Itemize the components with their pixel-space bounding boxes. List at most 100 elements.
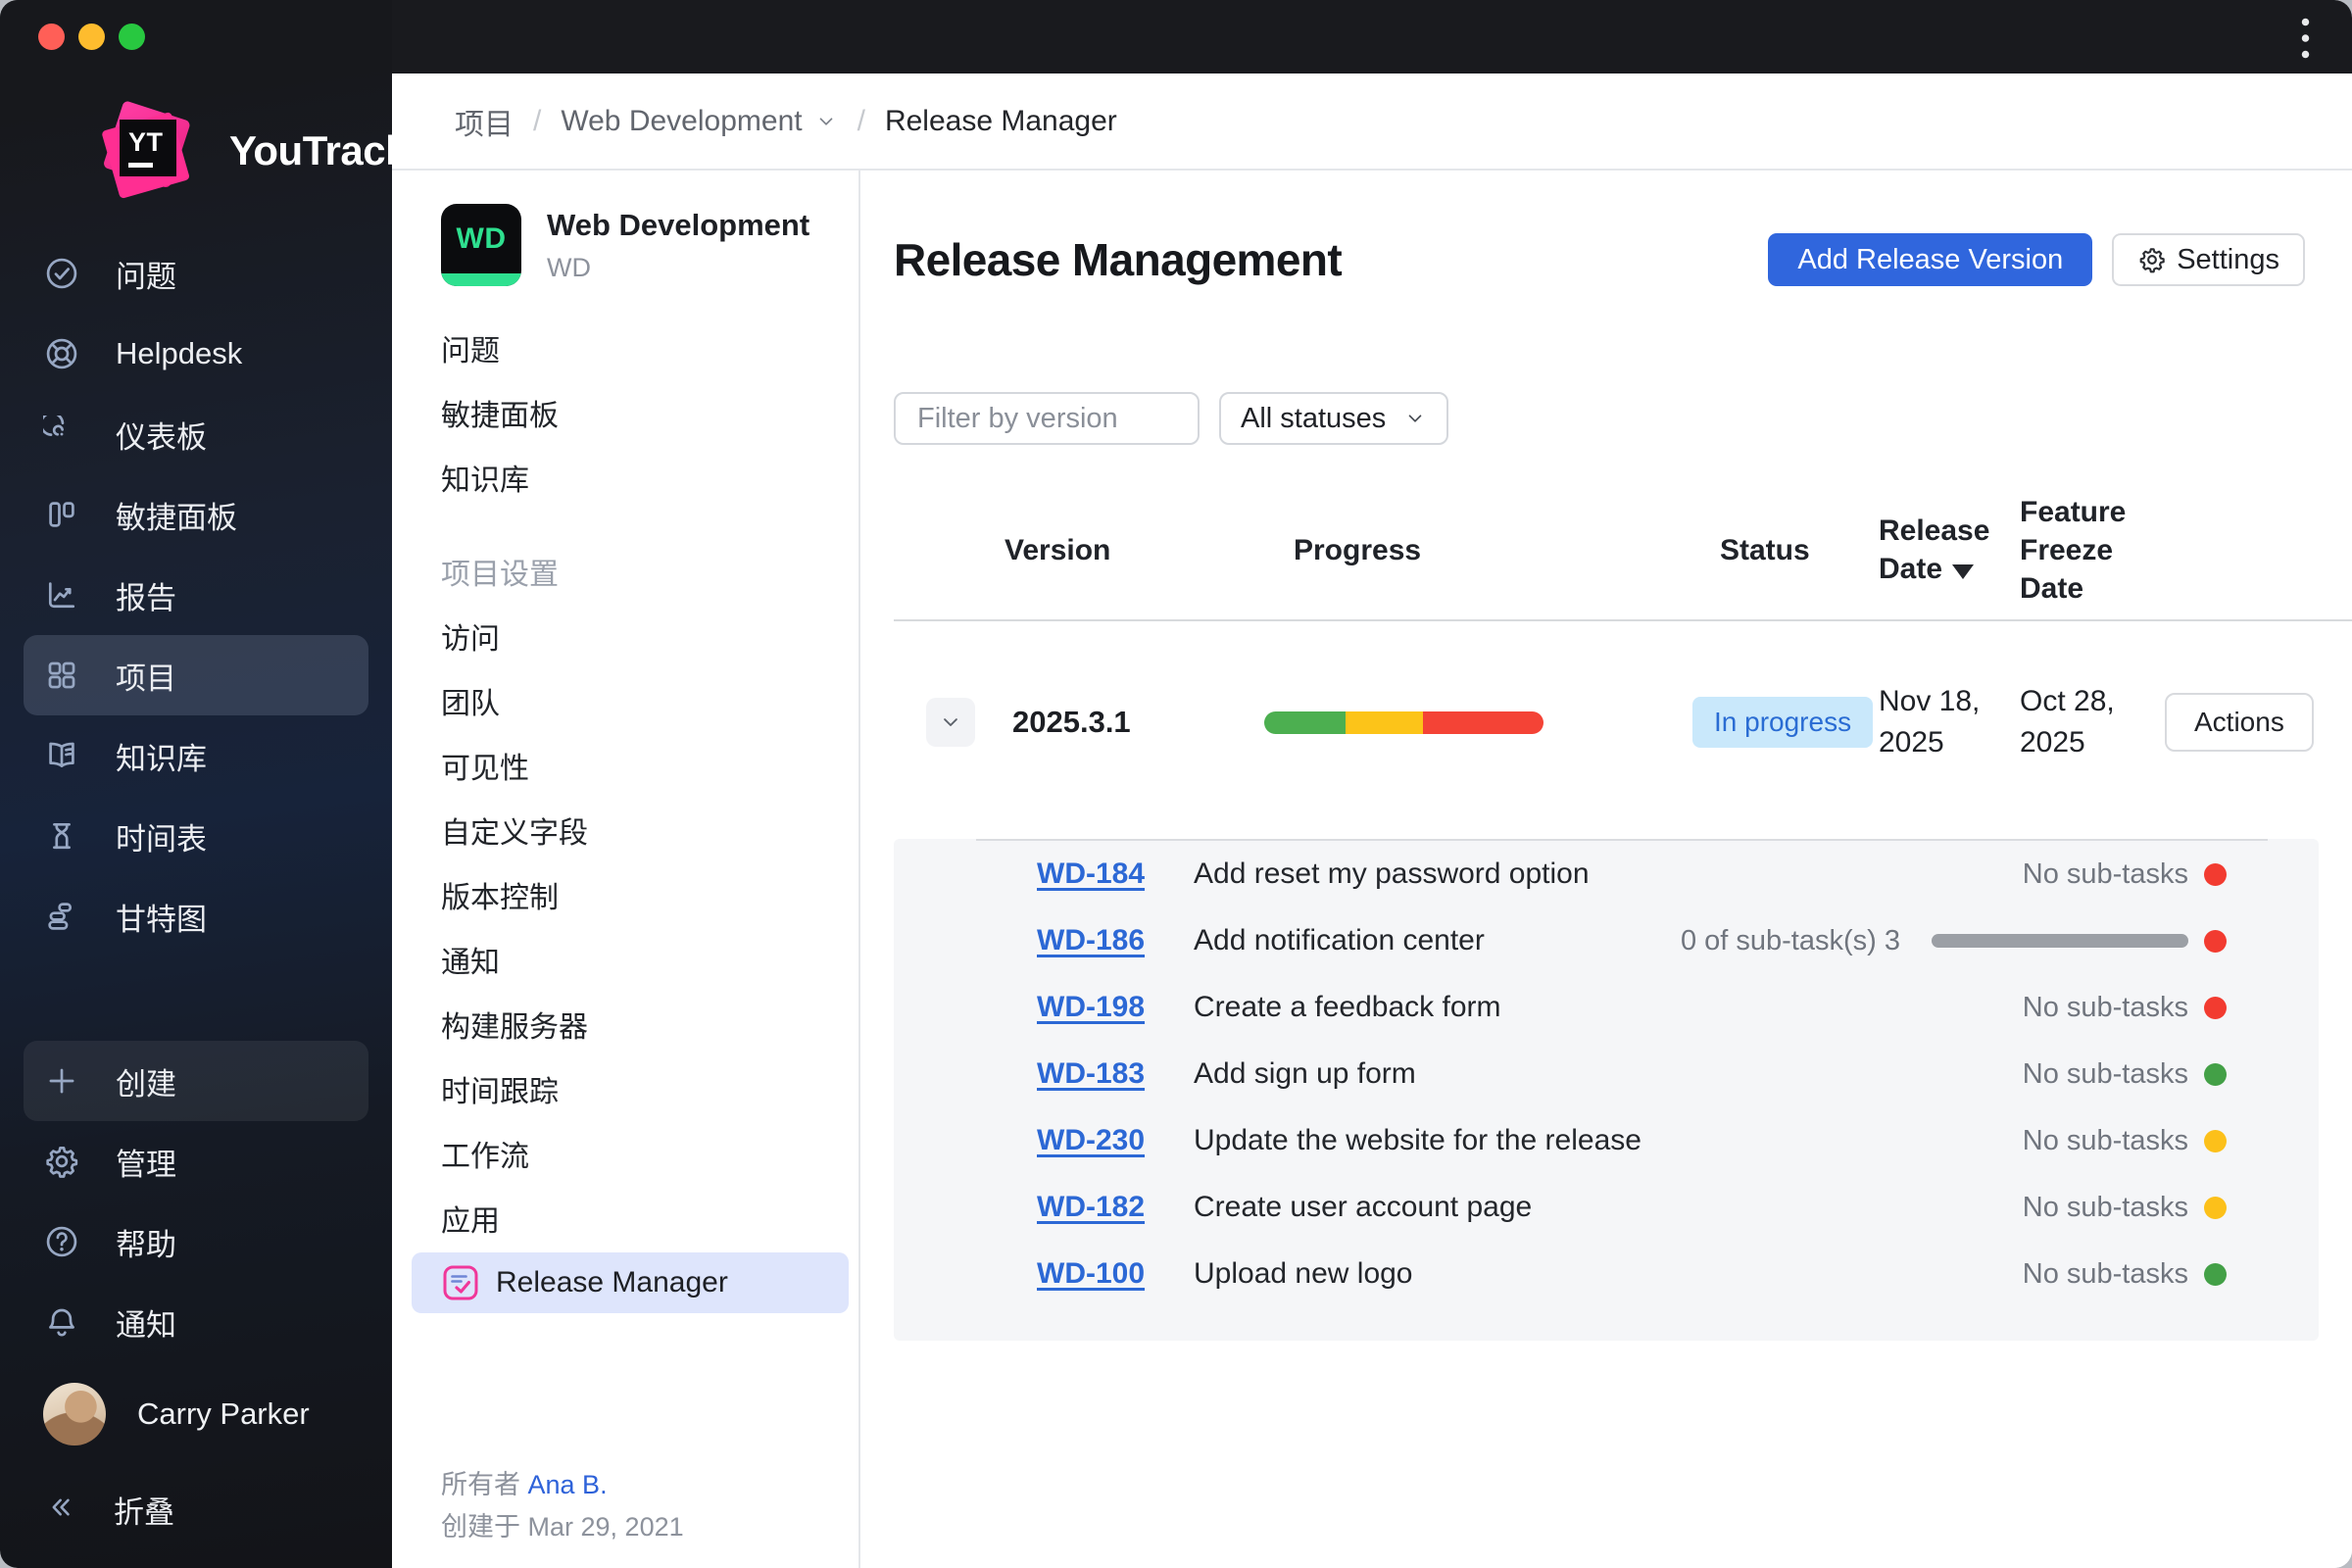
- project-avatar[interactable]: WD: [441, 204, 521, 286]
- chevron-down-icon: [1408, 415, 1422, 422]
- project-item-notifications[interactable]: 通知: [392, 927, 858, 992]
- subtask-row: WD-230 Update the website for the releas…: [894, 1107, 2319, 1174]
- progress-segment-open: [1423, 710, 1544, 734]
- sidebar-item-reports[interactable]: 报告: [24, 555, 368, 635]
- sidebar-item-knowledge-base[interactable]: 知识库: [24, 715, 368, 796]
- agile-board-icon: [43, 496, 80, 533]
- settings-button[interactable]: Settings: [2112, 233, 2305, 286]
- subtask-row: WD-100 Upload new logo No sub-tasks: [894, 1241, 2319, 1307]
- status-badge: In progress: [1692, 697, 1874, 748]
- close-button[interactable]: [38, 24, 65, 50]
- gantt-bars-icon: [43, 898, 80, 935]
- sidebar-collapse[interactable]: 折叠: [24, 1468, 368, 1550]
- release-date: Nov 18, 2025: [1879, 685, 1981, 759]
- chevron-down-icon: [944, 718, 957, 726]
- column-header-version[interactable]: Version: [1004, 531, 1264, 569]
- app-name: YouTrack: [229, 127, 408, 173]
- subtask-row: WD-184 Add reset my password option No s…: [894, 841, 2319, 907]
- bell-icon: [43, 1303, 80, 1341]
- sidebar-item-timesheets[interactable]: 时间表: [24, 796, 368, 876]
- gear-icon: [2139, 248, 2165, 273]
- column-header-status[interactable]: Status: [1692, 531, 1879, 569]
- project-item-version-control[interactable]: 版本控制: [392, 862, 858, 927]
- issue-summary: Add sign up form: [1194, 1057, 1416, 1090]
- issue-status-dot: [2204, 929, 2227, 953]
- project-key: WD: [547, 252, 591, 282]
- owner-line: 所有者 Ana B.: [441, 1469, 608, 1499]
- sidebar-item-agile-boards[interactable]: 敏捷面板: [24, 474, 368, 555]
- life-ring-icon: [43, 335, 80, 372]
- issue-summary: Update the website for the release: [1194, 1124, 1642, 1156]
- project-item-team[interactable]: 团队: [392, 668, 858, 733]
- progress-segment-in-progress: [1345, 710, 1424, 734]
- issue-status-dot: [2204, 1262, 2227, 1286]
- dashboard-spiral-icon: [43, 416, 80, 453]
- sidebar-item-issues[interactable]: 问题: [24, 233, 368, 314]
- sidebar-nav: 问题 Helpdesk 仪表板 敏捷面板 报告 项目 知识库 时间表 甘特图: [24, 233, 368, 956]
- sidebar-item-help[interactable]: 帮助: [24, 1201, 368, 1282]
- expand-release-button[interactable]: [926, 698, 975, 747]
- release-manager-icon: [443, 1265, 478, 1300]
- project-item-release-manager[interactable]: Release Manager: [412, 1252, 849, 1313]
- project-item-apps[interactable]: 应用: [392, 1186, 858, 1250]
- status-filter-dropdown[interactable]: All statuses: [1219, 392, 1449, 445]
- issue-summary: Create user account page: [1194, 1191, 1533, 1223]
- project-item-visibility[interactable]: 可见性: [392, 733, 858, 798]
- issue-status-dot: [2204, 1062, 2227, 1086]
- minimize-button[interactable]: [78, 24, 105, 50]
- sidebar-item-projects[interactable]: 项目: [24, 635, 368, 715]
- subtask-count: 0 of sub-task(s) 3: [1680, 924, 1900, 956]
- zoom-button[interactable]: [119, 24, 145, 50]
- issue-link[interactable]: WD-184: [1037, 858, 1145, 890]
- issue-link[interactable]: WD-182: [1037, 1191, 1145, 1223]
- actions-button[interactable]: Actions: [2165, 693, 2314, 752]
- filter-by-version-input[interactable]: [894, 392, 1200, 445]
- breadcrumb-project-dropdown[interactable]: Web Development: [561, 105, 837, 138]
- releases-table-header: Version Progress Status Release Date Fea…: [894, 445, 2352, 621]
- column-header-progress[interactable]: Progress: [1264, 531, 1692, 569]
- main-sidebar: YT YouTrack 问题 Helpdesk 仪表板 敏捷面板 报告 项目 知…: [0, 0, 408, 1568]
- sidebar-item-administration[interactable]: 管理: [24, 1121, 368, 1201]
- project-name: Web Development: [547, 207, 810, 242]
- owner-link[interactable]: Ana B.: [528, 1470, 608, 1499]
- project-item-agile-boards[interactable]: 敏捷面板: [392, 380, 858, 445]
- subtask-row: WD-183 Add sign up form No sub-tasks: [894, 1041, 2319, 1107]
- issue-summary: Add notification center: [1194, 924, 1485, 956]
- breadcrumb-projects[interactable]: 项目: [455, 100, 514, 143]
- project-item-knowledge-base[interactable]: 知识库: [392, 445, 858, 510]
- plus-icon: [43, 1062, 80, 1100]
- sidebar-item-dashboards[interactable]: 仪表板: [24, 394, 368, 474]
- project-item-workflow[interactable]: 工作流: [392, 1121, 858, 1186]
- issue-link[interactable]: WD-186: [1037, 924, 1145, 956]
- sidebar-item-gantt[interactable]: 甘特图: [24, 876, 368, 956]
- issue-link[interactable]: WD-183: [1037, 1057, 1145, 1090]
- release-version: 2025.3.1: [1012, 705, 1131, 739]
- column-header-feature-freeze-date[interactable]: Feature Freeze Date: [2020, 493, 2165, 608]
- project-item-access[interactable]: 访问: [392, 604, 858, 668]
- project-item-build-servers[interactable]: 构建服务器: [392, 992, 858, 1056]
- issue-link[interactable]: WD-230: [1037, 1124, 1145, 1156]
- issue-status-dot: [2204, 996, 2227, 1019]
- subtask-row: WD-198 Create a feedback form No sub-tas…: [894, 974, 2319, 1041]
- issue-link[interactable]: WD-198: [1037, 991, 1145, 1023]
- sidebar-item-create[interactable]: 创建: [24, 1041, 368, 1121]
- issue-status-dot: [2204, 862, 2227, 886]
- project-nav: 问题 敏捷面板 知识库 项目设置 访问 团队 可见性 自定义字段 版本控制 通知…: [392, 316, 858, 1313]
- user-name: Carry Parker: [137, 1396, 310, 1431]
- project-item-custom-fields[interactable]: 自定义字段: [392, 798, 858, 862]
- breadcrumb: 项目 / Web Development / Release Manager: [392, 74, 2352, 171]
- sidebar-item-notifications[interactable]: 通知: [24, 1282, 368, 1362]
- breadcrumb-current-page: Release Manager: [884, 104, 1117, 137]
- column-header-release-date[interactable]: Release Date: [1879, 512, 2020, 588]
- page-title: Release Management: [894, 234, 1343, 285]
- subtask-row: WD-182 Create user account page No sub-t…: [894, 1174, 2319, 1241]
- project-item-issues[interactable]: 问题: [392, 316, 858, 380]
- release-management-content: Release Management Add Release Version S…: [862, 171, 2352, 1568]
- project-item-time-tracking[interactable]: 时间跟踪: [392, 1056, 858, 1121]
- kebab-menu-icon[interactable]: [2283, 16, 2327, 61]
- sidebar-user-profile[interactable]: Carry Parker: [24, 1368, 368, 1460]
- sidebar-item-helpdesk[interactable]: Helpdesk: [24, 314, 368, 394]
- add-release-version-button[interactable]: Add Release Version: [1768, 233, 2093, 286]
- issue-link[interactable]: WD-100: [1037, 1257, 1145, 1290]
- subtask-count: No sub-tasks: [2022, 1191, 2188, 1223]
